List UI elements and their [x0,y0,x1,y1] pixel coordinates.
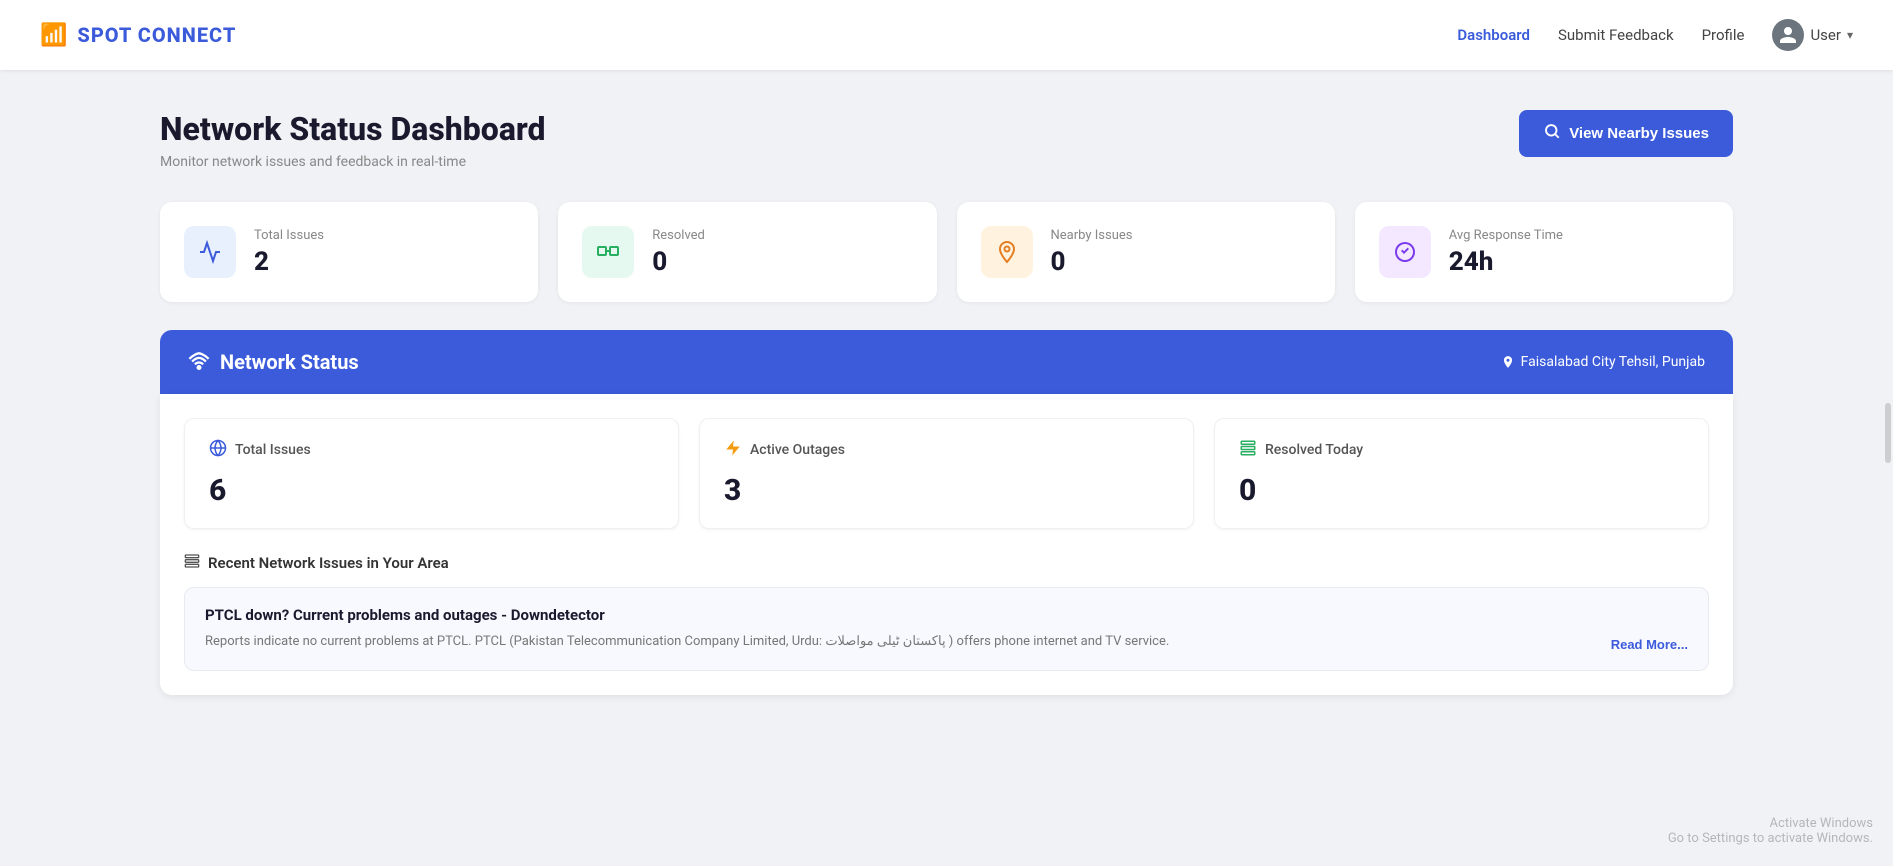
nav-dashboard[interactable]: Dashboard [1457,26,1530,44]
total-issues-label: Total Issues [254,228,324,243]
wifi-banner-icon [188,351,210,373]
nearby-issues-label: Nearby Issues [1051,228,1133,243]
resolved-icon-box [582,226,634,278]
user-name-label: User [1810,26,1841,44]
scrollbar[interactable] [1885,403,1891,463]
stat-card-nearby: Nearby Issues 0 [957,202,1335,302]
logo-area: 📶 SPOT CONNECT [40,23,236,48]
resolved-today-icon [1239,439,1257,461]
network-stats-content: Total Issues 6 Active Outages 3 [160,394,1733,695]
network-total-label: Total Issues [235,442,311,458]
watermark-line2: Go to Settings to activate Windows. [1668,831,1873,846]
resolved-today-value: 0 [1239,473,1684,508]
page-subtitle: Monitor network issues and feedback in r… [160,154,546,170]
banner-location-area: Faisalabad City Tehsil, Punjab [1501,354,1705,370]
wifi-icon: 📶 [40,23,67,48]
banner-title-area: Network Status [188,350,359,374]
view-nearby-button-label: View Nearby Issues [1569,125,1709,142]
stat-info-total: Total Issues 2 [254,228,324,277]
user-menu[interactable]: User ▾ [1772,19,1853,51]
logo-text: SPOT CONNECT [77,23,236,47]
recent-issues-section-title: Recent Network Issues in Your Area [208,554,449,572]
network-stat-resolved-today: Resolved Today 0 [1214,418,1709,529]
issue-card: PTCL down? Current problems and outages … [184,587,1709,671]
stat-info-resolved: Resolved 0 [652,228,705,277]
issue-card-title: PTCL down? Current problems and outages … [205,606,1688,624]
resolved-today-label: Resolved Today [1265,442,1363,458]
page-title: Network Status Dashboard [160,110,546,148]
avg-response-value: 24h [1449,247,1563,277]
active-outages-label: Active Outages [750,442,845,458]
nav-submit-feedback[interactable]: Submit Feedback [1558,26,1674,44]
globe-icon [209,439,227,461]
network-stats-grid: Total Issues 6 Active Outages 3 [184,418,1709,529]
chevron-down-icon: ▾ [1847,28,1853,42]
page-header: Network Status Dashboard Monitor network… [160,110,1733,170]
search-icon [1543,122,1561,145]
stat-info-avg-response: Avg Response Time 24h [1449,228,1563,277]
lightning-icon [724,439,742,461]
read-more-button[interactable]: Read More... [1611,637,1688,652]
total-issues-icon-box [184,226,236,278]
view-nearby-issues-button[interactable]: View Nearby Issues [1519,110,1733,157]
main-content: Network Status Dashboard Monitor network… [0,70,1893,759]
network-status-banner: Network Status Faisalabad City Tehsil, P… [160,330,1733,394]
avg-response-icon-box [1379,226,1431,278]
network-stat-outages: Active Outages 3 [699,418,1194,529]
stat-card-avg-response: Avg Response Time 24h [1355,202,1733,302]
nearby-icon-box [981,226,1033,278]
main-nav: Dashboard Submit Feedback Profile User ▾ [1457,19,1853,51]
windows-watermark: Activate Windows Go to Settings to activ… [1668,816,1873,846]
network-status-title: Network Status [220,350,359,374]
network-stat-outages-header: Active Outages [724,439,1169,461]
avg-response-label: Avg Response Time [1449,228,1563,243]
recent-issues-header: Recent Network Issues in Your Area [184,553,1709,573]
page-title-area: Network Status Dashboard Monitor network… [160,110,546,170]
network-status-section: Network Status Faisalabad City Tehsil, P… [160,330,1733,695]
network-stat-resolved-header: Resolved Today [1239,439,1684,461]
resolved-value: 0 [652,247,705,277]
issue-card-description: Reports indicate no current problems at … [205,632,1688,652]
nearby-issues-value: 0 [1051,247,1133,277]
active-outages-value: 3 [724,473,1169,508]
stat-card-resolved: Resolved 0 [558,202,936,302]
stat-card-total-issues: Total Issues 2 [160,202,538,302]
location-icon [1501,355,1515,369]
nav-profile[interactable]: Profile [1702,26,1745,44]
list-icon [184,553,200,573]
resolved-label: Resolved [652,228,705,243]
stat-info-nearby: Nearby Issues 0 [1051,228,1133,277]
watermark-line1: Activate Windows [1668,816,1873,831]
stats-grid: Total Issues 2 Resolved 0 Nearby Issues … [160,202,1733,302]
network-stat-total: Total Issues 6 [184,418,679,529]
network-status-location: Faisalabad City Tehsil, Punjab [1521,354,1705,370]
avatar [1772,19,1804,51]
total-issues-value: 2 [254,247,324,277]
app-header: 📶 SPOT CONNECT Dashboard Submit Feedback… [0,0,1893,70]
network-stat-total-header: Total Issues [209,439,654,461]
network-total-value: 6 [209,473,654,508]
